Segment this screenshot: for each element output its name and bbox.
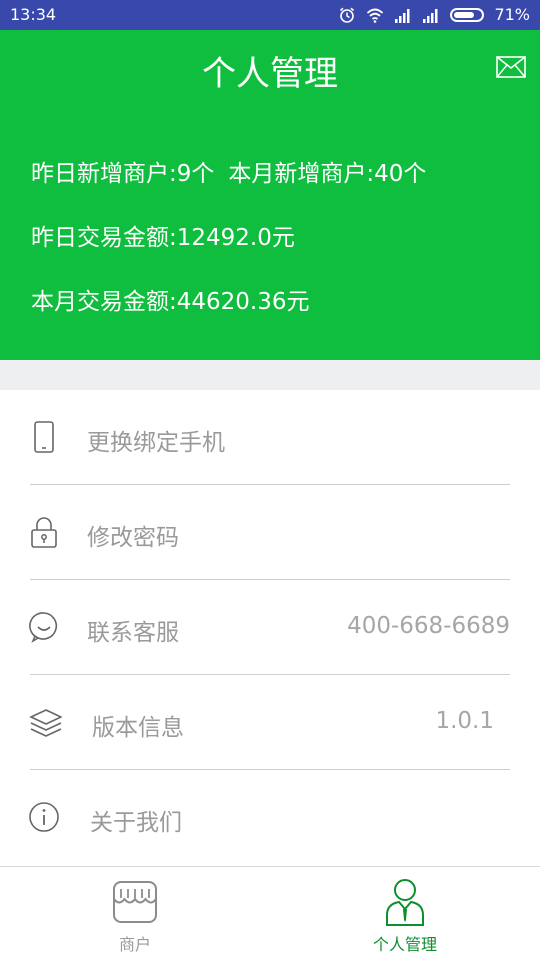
menu-item-version[interactable]: 版本信息 1.0.1 xyxy=(0,675,540,770)
lock-icon xyxy=(31,517,57,548)
menu-item-customer-service[interactable]: 联系客服 400-668-6689 xyxy=(0,580,540,675)
signal-icon-1 xyxy=(395,8,410,23)
menu-item-change-password[interactable]: 修改密码 xyxy=(0,485,540,580)
stats-row-new-merchants: 昨日新增商户:9个 本月新增商户:40个 xyxy=(31,154,426,188)
info-icon xyxy=(29,802,59,832)
tab-label: 商户 xyxy=(118,935,151,954)
menu-item-label: 关于我们 xyxy=(90,810,182,836)
chat-bubble-icon xyxy=(29,612,58,643)
menu-item-change-phone[interactable]: 更换绑定手机 xyxy=(0,390,540,485)
wifi-icon xyxy=(367,8,384,23)
menu-item-about-us[interactable]: 关于我们 xyxy=(0,770,540,865)
settings-list: 更换绑定手机 修改密码 联系客服 400-668-6689 版本信息 1.0.1 xyxy=(0,390,540,865)
signal-icon-2 xyxy=(423,8,438,23)
person-icon xyxy=(386,879,424,926)
section-gap xyxy=(0,360,540,390)
month-transaction-amount: 本月交易金额:44620.36元 xyxy=(31,289,310,315)
storefront-icon xyxy=(113,881,157,923)
stats-header: 个人管理 昨日新增商户:9个 本月新增商户:40个 昨日交易金额:12492.0元… xyxy=(0,30,540,360)
menu-item-label: 联系客服 xyxy=(87,620,179,646)
mail-icon[interactable] xyxy=(496,56,526,78)
menu-item-label: 更换绑定手机 xyxy=(87,430,225,456)
customer-service-phone[interactable]: 400-668-6689 xyxy=(347,613,510,639)
alarm-icon xyxy=(340,7,355,23)
menu-item-label: 版本信息 xyxy=(92,715,184,741)
battery-percent: 71% xyxy=(494,5,530,24)
tab-merchant[interactable]: 商户 xyxy=(0,867,270,961)
status-icons: 71% xyxy=(338,5,530,24)
version-number: 1.0.1 xyxy=(435,708,494,734)
yesterday-new-merchants: 昨日新增商户:9个 xyxy=(31,161,215,187)
tab-label: 个人管理 xyxy=(372,935,437,954)
month-new-merchants: 本月新增商户:40个 xyxy=(228,161,427,187)
status-bar: 13:34 71% xyxy=(0,0,540,30)
battery-icon xyxy=(450,7,485,22)
page-title: 个人管理 xyxy=(202,54,338,94)
phone-icon xyxy=(34,421,54,453)
tab-personal-management[interactable]: 个人管理 xyxy=(270,867,540,961)
status-time: 13:34 xyxy=(10,5,57,24)
menu-item-label: 修改密码 xyxy=(87,525,179,551)
yesterday-transaction-amount: 昨日交易金额:12492.0元 xyxy=(31,225,295,251)
layers-icon xyxy=(29,709,62,737)
bottom-navigation: 商户 个人管理 xyxy=(0,866,540,961)
